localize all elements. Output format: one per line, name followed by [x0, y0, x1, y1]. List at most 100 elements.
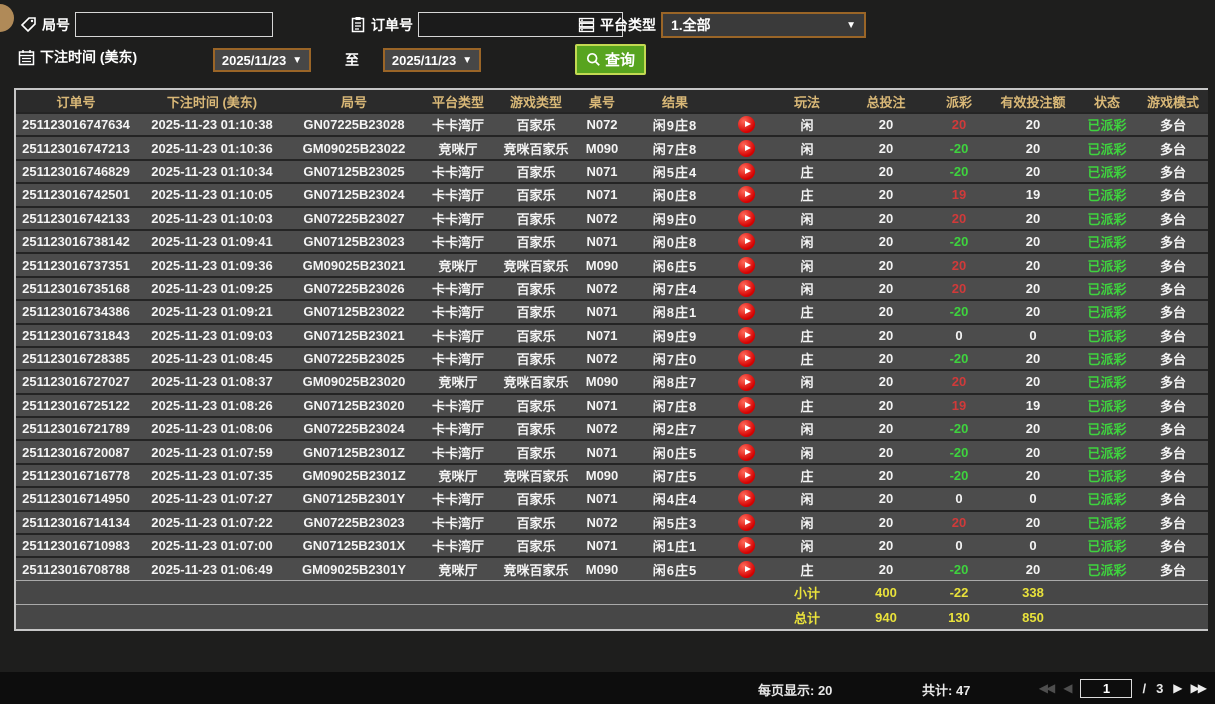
total-label: 总计: [770, 605, 844, 629]
cell-game-mode: 多台: [1138, 394, 1208, 417]
video-play-button[interactable]: [738, 397, 755, 414]
first-page-icon[interactable]: ◀◀: [1039, 681, 1053, 695]
cell-table-no: N071: [576, 300, 628, 323]
cell-game-type: 百家乐: [496, 183, 576, 206]
cell-order-no: 251123016747634: [16, 113, 136, 136]
column-header: 游戏类型: [496, 90, 576, 113]
cell-video: [722, 464, 770, 487]
video-play-button[interactable]: [738, 140, 755, 157]
video-play-button[interactable]: [738, 186, 755, 203]
prev-page-icon[interactable]: ◀: [1063, 681, 1070, 695]
pagination-bar: 每页显示: 20 共计: 47 ◀◀ ◀ / 3 ▶ ▶▶: [0, 672, 1215, 704]
cell-total-bet: 20: [844, 370, 928, 393]
cell-bet-on: 庄: [770, 557, 844, 580]
date-range-to: 至: [345, 50, 359, 70]
video-play-button[interactable]: [738, 327, 755, 344]
video-play-button[interactable]: [738, 561, 755, 578]
round-no-input[interactable]: [75, 12, 273, 37]
cell-platform: 卡卡湾厅: [420, 440, 496, 463]
video-play-button[interactable]: [738, 163, 755, 180]
clipboard-icon: [350, 16, 366, 33]
next-page-icon[interactable]: ▶: [1173, 681, 1180, 695]
cell-bet-on: 庄: [770, 464, 844, 487]
cell-table-no: M090: [576, 370, 628, 393]
cell-bet-time: 2025-11-23 01:09:21: [136, 300, 288, 323]
video-play-button[interactable]: [738, 514, 755, 531]
cell-bet-on: 闲: [770, 487, 844, 510]
cell-game-type: 百家乐: [496, 394, 576, 417]
cell-payout: 20: [928, 113, 990, 136]
video-play-button[interactable]: [738, 537, 755, 554]
cell-game-mode: 多台: [1138, 417, 1208, 440]
total-row: 总计 940 130 850: [16, 605, 1208, 629]
cell-valid-bet: 20: [990, 136, 1076, 159]
column-header: 玩法: [770, 90, 844, 113]
cell-bet-on: 庄: [770, 324, 844, 347]
video-play-button[interactable]: [738, 350, 755, 367]
cell-table-no: N072: [576, 511, 628, 534]
video-play-button[interactable]: [738, 303, 755, 320]
table-row: 251123016746829 2025-11-23 01:10:34 GN07…: [16, 160, 1208, 183]
last-page-icon[interactable]: ▶▶: [1191, 681, 1205, 695]
cell-game-type: 竞咪百家乐: [496, 253, 576, 276]
cell-bet-time: 2025-11-23 01:06:49: [136, 557, 288, 580]
video-play-button[interactable]: [738, 116, 755, 133]
platform-type-select[interactable]: 1.全部 ▼: [661, 12, 866, 38]
cell-table-no: N071: [576, 160, 628, 183]
cell-table-no: N071: [576, 440, 628, 463]
cell-table-no: N071: [576, 394, 628, 417]
table-row: 251123016747213 2025-11-23 01:10:36 GM09…: [16, 136, 1208, 159]
cell-game-type: 竞咪百家乐: [496, 557, 576, 580]
cell-round-no: GM09025B2301Y: [288, 557, 420, 580]
query-button[interactable]: 查询: [575, 44, 646, 75]
cell-valid-bet: 20: [990, 440, 1076, 463]
total-spacer: [1138, 605, 1208, 629]
cell-order-no: 251123016742133: [16, 207, 136, 230]
cell-result: 闲0庄8: [628, 183, 722, 206]
cell-payout: -20: [928, 160, 990, 183]
cell-video: [722, 440, 770, 463]
cell-video: [722, 324, 770, 347]
video-play-button[interactable]: [738, 280, 755, 297]
cell-platform: 卡卡湾厅: [420, 417, 496, 440]
date-to-picker[interactable]: 2025/11/23 ▼: [383, 48, 481, 72]
table-row: 251123016714134 2025-11-23 01:07:22 GN07…: [16, 511, 1208, 534]
video-play-button[interactable]: [738, 490, 755, 507]
video-play-button[interactable]: [738, 374, 755, 391]
column-header: 局号: [288, 90, 420, 113]
cell-total-bet: 20: [844, 487, 928, 510]
video-play-button[interactable]: [738, 467, 755, 484]
video-play-button[interactable]: [738, 233, 755, 250]
cell-game-type: 竞咪百家乐: [496, 370, 576, 393]
cell-bet-on: 闲: [770, 370, 844, 393]
subtotal-spacer: [1138, 581, 1208, 605]
cell-order-no: 251123016710983: [16, 534, 136, 557]
cell-game-mode: 多台: [1138, 324, 1208, 347]
subtotal-payout: -22: [928, 581, 990, 605]
cell-bet-time: 2025-11-23 01:08:26: [136, 394, 288, 417]
cell-status: 已派彩: [1076, 324, 1138, 347]
cell-result: 闲7庄8: [628, 394, 722, 417]
column-header: 总投注: [844, 90, 928, 113]
table-row: 251123016738142 2025-11-23 01:09:41 GN07…: [16, 230, 1208, 253]
date-from-picker[interactable]: 2025/11/23 ▼: [213, 48, 311, 72]
video-play-button[interactable]: [738, 257, 755, 274]
cell-game-type: 百家乐: [496, 534, 576, 557]
total-spacer: [16, 605, 770, 629]
cell-result: 闲7庄4: [628, 277, 722, 300]
cell-game-mode: 多台: [1138, 487, 1208, 510]
cell-result: 闲9庄0: [628, 207, 722, 230]
cell-game-mode: 多台: [1138, 113, 1208, 136]
cell-payout: -20: [928, 417, 990, 440]
cell-payout: -20: [928, 440, 990, 463]
video-play-button[interactable]: [738, 444, 755, 461]
cell-valid-bet: 20: [990, 370, 1076, 393]
cell-video: [722, 160, 770, 183]
cell-payout: -20: [928, 557, 990, 580]
video-play-button[interactable]: [738, 210, 755, 227]
cell-status: 已派彩: [1076, 440, 1138, 463]
subtotal-valid-bet: 338: [990, 581, 1076, 605]
page-number-input[interactable]: [1080, 679, 1132, 698]
cell-order-no: 251123016731843: [16, 324, 136, 347]
video-play-button[interactable]: [738, 420, 755, 437]
